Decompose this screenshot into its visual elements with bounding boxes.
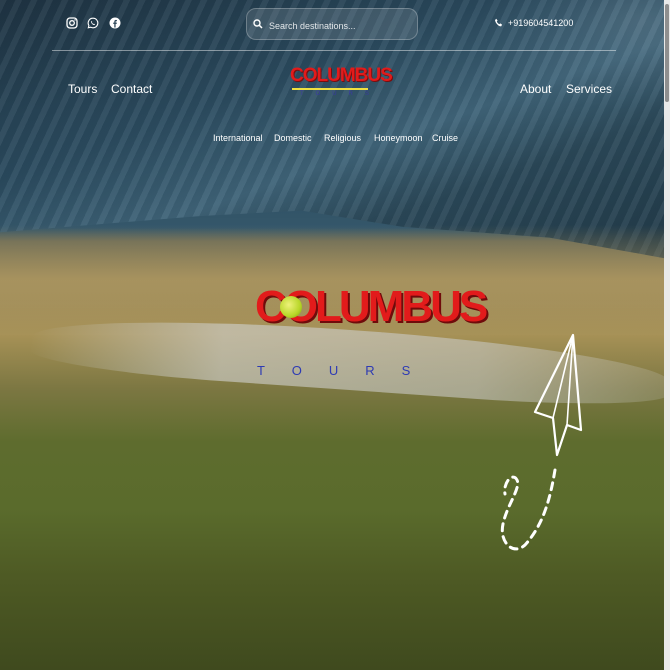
top-bar: +919604541200	[52, 0, 616, 51]
subnav-international[interactable]: International	[213, 133, 263, 143]
instagram-icon[interactable]	[66, 17, 78, 29]
page-scrollbar[interactable]	[664, 0, 670, 670]
facebook-icon[interactable]	[109, 17, 121, 29]
scrollbar-thumb[interactable]	[665, 4, 669, 102]
paper-plane-icon	[500, 333, 583, 551]
subnav-religious[interactable]: Religious	[324, 133, 361, 143]
phone-number[interactable]: +919604541200	[508, 18, 573, 28]
nav-link-services[interactable]: Services	[566, 82, 612, 96]
header-logo[interactable]: COLUMBUS TOURS	[290, 65, 393, 100]
phone-contact[interactable]: +919604541200	[494, 18, 573, 28]
subnav-domestic[interactable]: Domestic	[274, 133, 312, 143]
subnav-cruise[interactable]: Cruise	[432, 133, 458, 143]
header-logo-brand: COLUMBUS	[290, 65, 393, 86]
whatsapp-icon[interactable]	[87, 17, 99, 29]
globe-icon	[280, 296, 302, 318]
hero-logo-tagline: TOURS	[257, 363, 438, 378]
phone-icon	[495, 18, 503, 27]
nav-link-tours[interactable]: Tours	[68, 82, 97, 96]
search-icon[interactable]	[253, 19, 263, 29]
search-input[interactable]	[267, 17, 401, 35]
hero-logo-brand: COLUMBUS	[255, 282, 488, 331]
subnav-honeymoon[interactable]: Honeymoon	[374, 133, 423, 143]
nav-link-about[interactable]: About	[520, 82, 551, 96]
hero-logo: COLUMBUS TOURS	[255, 282, 488, 385]
header-logo-tagline: TOURS	[300, 91, 381, 97]
nav-link-contact[interactable]: Contact	[111, 82, 152, 96]
header-logo-underline	[292, 88, 368, 90]
search-box[interactable]	[246, 8, 418, 40]
